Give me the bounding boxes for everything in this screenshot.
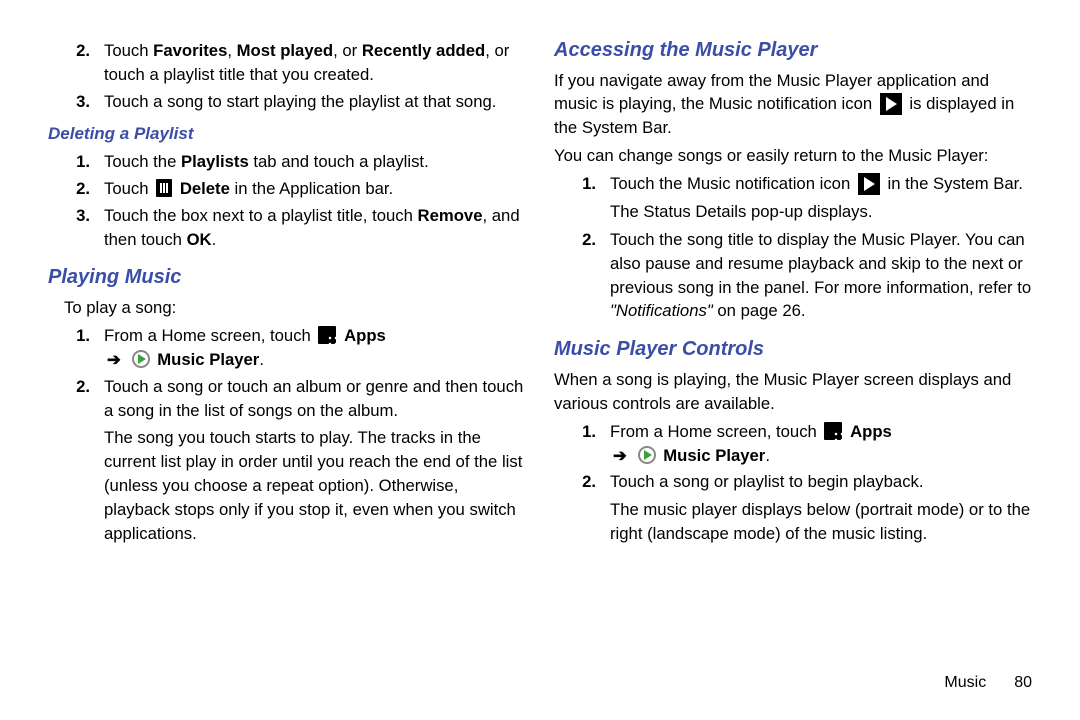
- list-item: 2. Touch a song or playlist to begin pla…: [578, 470, 1032, 494]
- music-player-icon: [638, 446, 656, 464]
- list-item: 1. Touch the Music notification icon in …: [578, 172, 1032, 196]
- step-number: 1.: [72, 324, 90, 372]
- controls-steps-list: 1. From a Home screen, touch Apps ➔ Musi…: [554, 420, 1032, 495]
- step-number: 2.: [72, 39, 90, 87]
- page-number: 80: [1014, 674, 1032, 692]
- top-steps-list: 2. Touch Favorites, Most played, or Rece…: [48, 39, 526, 114]
- step-body: Touch a song to start playing the playli…: [104, 90, 526, 114]
- step-body: Touch a song or playlist to begin playba…: [610, 470, 1032, 494]
- music-player-icon: [132, 350, 150, 368]
- step-body: Touch the box next to a playlist title, …: [104, 204, 526, 252]
- step-body: Touch a song or touch an album or genre …: [104, 375, 526, 423]
- right-column: Accessing the Music Player If you naviga…: [554, 36, 1032, 550]
- list-item: 2. Touch the song title to display the M…: [578, 228, 1032, 324]
- intro-text: To play a song:: [64, 296, 526, 320]
- subheading-deleting-playlist: Deleting a Playlist: [48, 122, 526, 146]
- list-item: 3. Touch a song to start playing the pla…: [72, 90, 526, 114]
- list-item: 1. Touch the Playlists tab and touch a p…: [72, 150, 526, 174]
- list-item: 1. From a Home screen, touch Apps ➔ Musi…: [72, 324, 526, 372]
- step-number: 3.: [72, 90, 90, 114]
- apps-grid-icon: [824, 422, 842, 440]
- manual-page: 2. Touch Favorites, Most played, or Rece…: [0, 0, 1080, 598]
- page-footer: Music 80: [944, 674, 1032, 692]
- trash-icon: [156, 179, 172, 197]
- paragraph: You can change songs or easily return to…: [554, 144, 1032, 168]
- access-steps-list-2: 2. Touch the song title to display the M…: [554, 228, 1032, 324]
- step-body: From a Home screen, touch Apps ➔ Music P…: [610, 420, 1032, 468]
- play-steps-list: 1. From a Home screen, touch Apps ➔ Musi…: [48, 324, 526, 423]
- step-number: 1.: [578, 172, 596, 196]
- paragraph: When a song is playing, the Music Player…: [554, 368, 1032, 416]
- step-body: Touch the song title to display the Musi…: [610, 228, 1032, 324]
- step-body: Touch Delete in the Application bar.: [104, 177, 526, 201]
- heading-accessing-player: Accessing the Music Player: [554, 36, 1032, 65]
- follow-text: The music player displays below (portrai…: [610, 498, 1032, 546]
- section-label: Music: [944, 674, 986, 692]
- access-steps-list: 1. Touch the Music notification icon in …: [554, 172, 1032, 196]
- list-item: 2. Touch a song or touch an album or gen…: [72, 375, 526, 423]
- step-body: Touch Favorites, Most played, or Recentl…: [104, 39, 526, 87]
- step-body: Touch the Playlists tab and touch a play…: [104, 150, 526, 174]
- apps-grid-icon: [318, 326, 336, 344]
- step-number: 2.: [72, 375, 90, 423]
- delete-steps-list: 1. Touch the Playlists tab and touch a p…: [48, 150, 526, 252]
- paragraph: If you navigate away from the Music Play…: [554, 69, 1032, 141]
- step-number: 2.: [578, 228, 596, 324]
- follow-text: The song you touch starts to play. The t…: [104, 426, 526, 545]
- list-item: 1. From a Home screen, touch Apps ➔ Musi…: [578, 420, 1032, 468]
- step-number: 3.: [72, 204, 90, 252]
- list-item: 2. Touch Favorites, Most played, or Rece…: [72, 39, 526, 87]
- list-item: 3. Touch the box next to a playlist titl…: [72, 204, 526, 252]
- step-number: 2.: [72, 177, 90, 201]
- heading-player-controls: Music Player Controls: [554, 335, 1032, 364]
- left-column: 2. Touch Favorites, Most played, or Rece…: [48, 36, 526, 550]
- follow-text: The Status Details pop-up displays.: [610, 200, 1032, 224]
- step-body: Touch the Music notification icon in the…: [610, 172, 1032, 196]
- step-number: 2.: [578, 470, 596, 494]
- list-item: 2. Touch Delete in the Application bar.: [72, 177, 526, 201]
- step-number: 1.: [72, 150, 90, 174]
- arrow-icon: ➔: [107, 350, 121, 369]
- arrow-icon: ➔: [613, 446, 627, 465]
- heading-playing-music: Playing Music: [48, 263, 526, 292]
- music-notification-icon: [858, 173, 880, 195]
- step-body: From a Home screen, touch Apps ➔ Music P…: [104, 324, 526, 372]
- step-number: 1.: [578, 420, 596, 468]
- music-notification-icon: [880, 93, 902, 115]
